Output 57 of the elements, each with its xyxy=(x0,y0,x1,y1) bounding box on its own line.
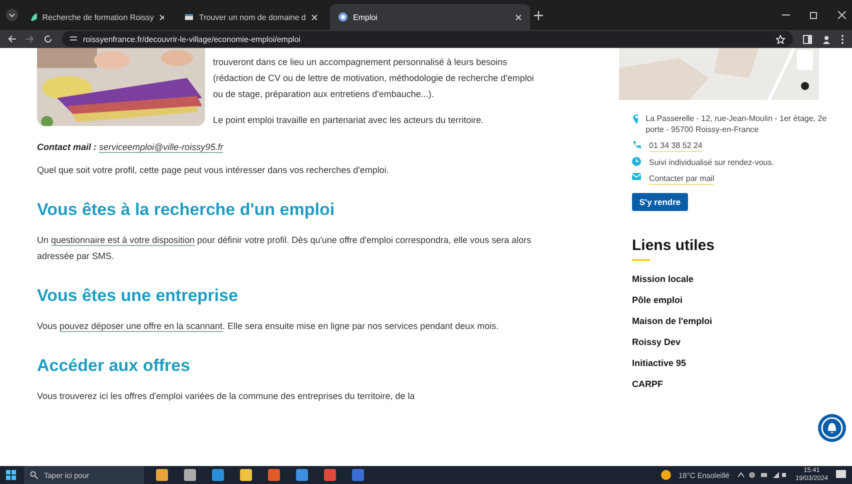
side-panel-icon[interactable] xyxy=(803,34,812,44)
phone-icon xyxy=(632,140,641,149)
close-icon[interactable] xyxy=(838,11,846,19)
page-icon xyxy=(184,12,194,22)
reload-icon[interactable] xyxy=(44,35,52,43)
text-link[interactable]: pouvez déposer une offre en la scannant xyxy=(60,321,223,332)
partner-paragraph: Le point emploi travaille en partenariat avec les acteurs du territoire. xyxy=(213,114,485,127)
contact-text: Suivi individualisé sur rendez-vous. xyxy=(649,157,774,168)
close-icon[interactable] xyxy=(158,14,164,20)
weather-sun-icon xyxy=(660,470,670,480)
clock-icon xyxy=(632,157,641,166)
section-heading: Vous êtes une entreprise xyxy=(37,286,239,306)
globe-icon xyxy=(338,12,348,22)
address-bar[interactable]: roissyenfrance.fr/decouvrir-le-village/economie-emploi/emploi xyxy=(62,31,793,47)
section-paragraph: Un questionnaire est à votre disposition pour définir votre profil. Dès qu'une offre d'emploi correspondra, elle vous sera alors adressée par SMS. xyxy=(37,234,532,263)
section-paragraph: Vous pouvez déposer une offre en la scannant. Elle sera ensuite mise en ligne par nos services pendant deux mois. xyxy=(37,320,500,334)
mail-icon xyxy=(632,173,641,180)
contact-text: La Passerelle - 12, rue-Jean-Moulin - 1er étage, 2e porte - 95700 Roissy-en-France xyxy=(646,113,828,135)
section-heading: Accéder aux offres xyxy=(37,356,192,376)
useful-link[interactable]: Roissy Dev xyxy=(632,332,832,353)
browser-tab[interactable]: Trouver un nom de domaine d xyxy=(176,4,326,30)
section-paragraph: Vous trouverez ici les offres d'emploi variées de la commune des entreprises du territoire, de la xyxy=(37,390,416,403)
close-icon[interactable] xyxy=(515,14,522,20)
windows-icon[interactable] xyxy=(6,470,16,480)
intro-paragraph: trouveront dans ce lieu un accompagnement personnalisé à leurs besoins (rédaction de CV ou de lettre de motivation, méthodologie de recherche d'emploi ou de stage, préparation aux entretiens d'embauche...). xyxy=(213,56,535,101)
email-link[interactable]: serviceemploi@ville-roissy95.fr xyxy=(99,142,224,153)
contact-line: Contact mail : serviceemploi@ville-roissy95.fr xyxy=(37,142,224,152)
contact-link[interactable]: Contacter par mail xyxy=(649,173,714,185)
site-settings-icon[interactable] xyxy=(70,34,77,42)
close-icon[interactable] xyxy=(311,14,318,20)
menu-icon[interactable] xyxy=(841,34,844,44)
links-heading: Liens utiles xyxy=(632,237,716,254)
useful-link[interactable]: Maison de l'emploi xyxy=(632,311,832,332)
location-pin-icon xyxy=(632,113,638,124)
directions-button[interactable]: S'y rendre xyxy=(632,193,688,211)
useful-link[interactable]: Mission locale xyxy=(632,269,832,290)
browser-tab[interactable]: Recherche de formation Roissy xyxy=(22,4,172,30)
browser-tab[interactable]: Emploi xyxy=(330,4,530,30)
leaf-icon xyxy=(30,12,38,22)
back-icon[interactable] xyxy=(8,35,16,43)
section-heading: Vous êtes à la recherche d'un emploi xyxy=(37,200,336,220)
restore-icon[interactable] xyxy=(810,11,818,19)
star-icon[interactable] xyxy=(776,34,785,44)
dropdown-icon[interactable] xyxy=(6,9,18,21)
useful-link[interactable]: CARPF xyxy=(632,374,832,395)
notification-bell-button[interactable] xyxy=(818,414,846,442)
profile-icon[interactable] xyxy=(822,34,831,44)
text-link[interactable]: questionnaire est à votre disposition xyxy=(51,235,195,246)
contact-link[interactable]: 01 34 38 52 24 xyxy=(649,140,702,152)
url-text: roissyenfrance.fr/decouvrir-le-village/economie-emploi/emploi xyxy=(83,34,300,44)
profile-paragraph: Quel que soit votre profil, cette page peut vous intéresser dans vos recherches d'emploi. xyxy=(37,164,390,177)
forward-icon[interactable] xyxy=(26,35,34,43)
notification-icon[interactable] xyxy=(836,470,846,480)
useful-link[interactable]: Initiactive 95 xyxy=(632,353,832,374)
search-icon xyxy=(30,471,38,479)
new-tab-icon[interactable] xyxy=(534,10,543,20)
useful-link[interactable]: Pôle emploi xyxy=(632,290,832,311)
